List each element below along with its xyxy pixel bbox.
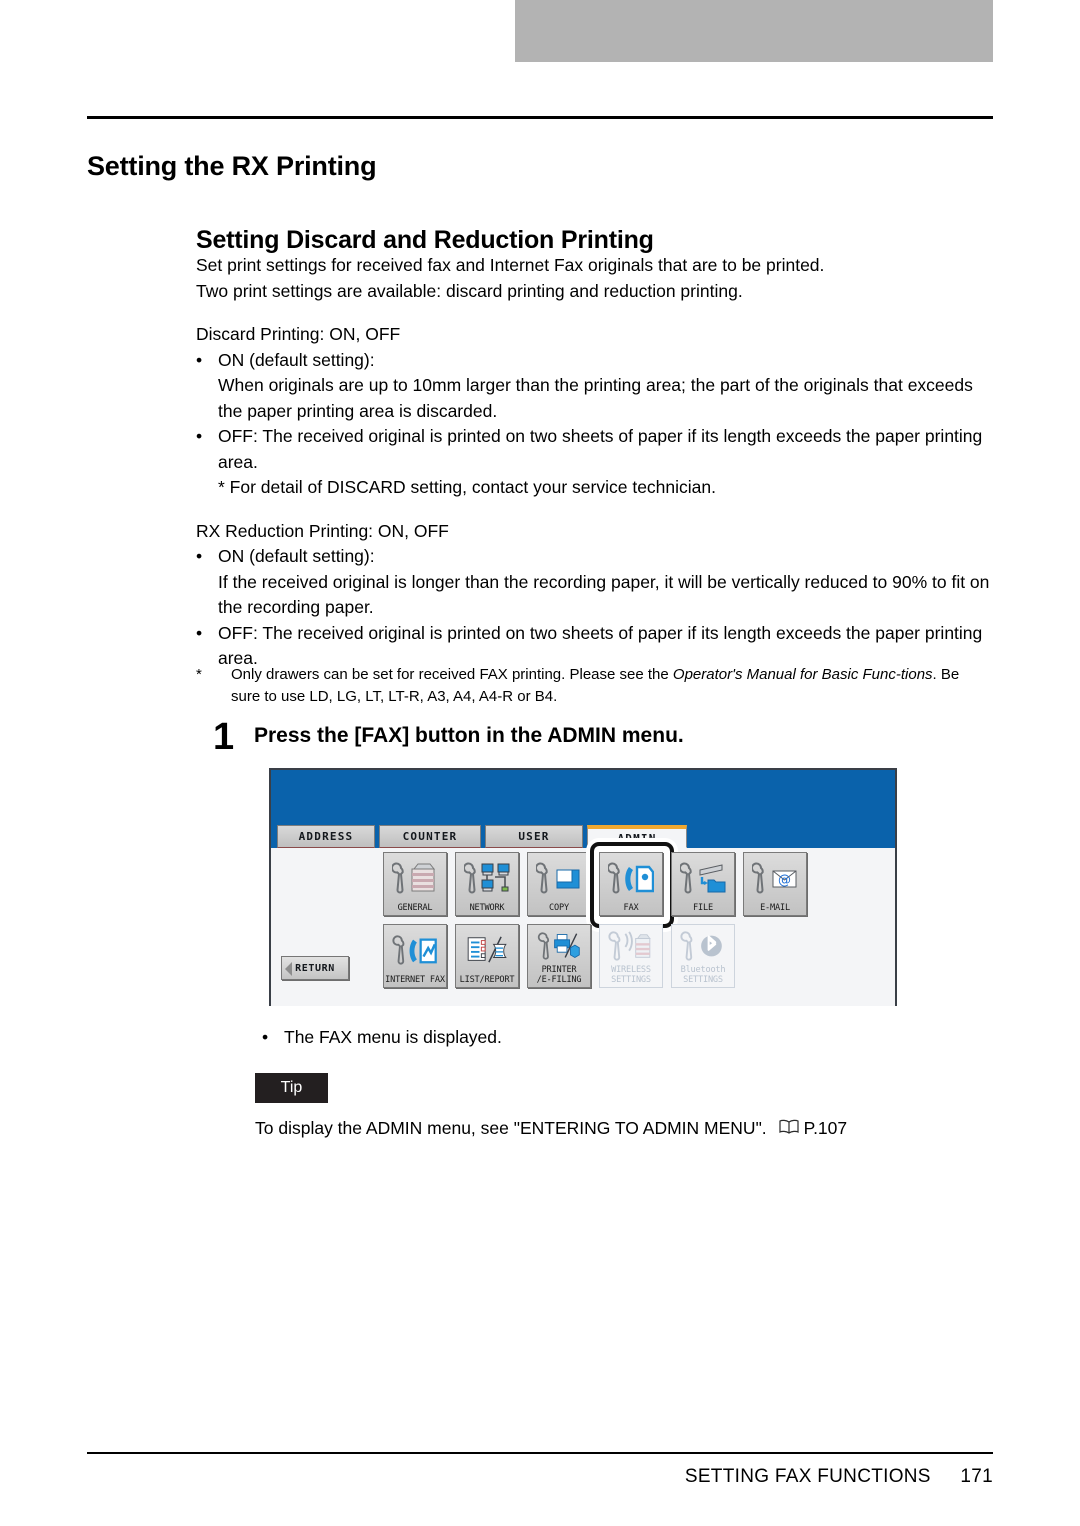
tip-body-text: To display the ADMIN menu, see "ENTERING…	[255, 1118, 767, 1138]
tab-address[interactable]: ADDRESS	[277, 825, 375, 848]
list-report-icon	[456, 925, 518, 976]
tip-reference: P.107	[803, 1118, 848, 1138]
lcd-button-wireless-settings-label: WIRELESS SETTINGS	[611, 965, 651, 985]
lcd-button-fax-label: FAX	[623, 902, 639, 913]
header-gray-band	[515, 0, 993, 62]
lcd-button-grid: GENERAL NETWORK COPY FAX FILE @ E-MAIL I…	[271, 842, 895, 1006]
discard-note: * For detail of DISCARD setting, contact…	[218, 477, 716, 497]
wrench-printer-icon	[528, 925, 590, 966]
tip-badge: Tip	[255, 1073, 328, 1103]
discard-off-bullet: • OFF: The received original is printed …	[196, 424, 996, 475]
lcd-header-bar	[271, 770, 895, 825]
lcd-return-button[interactable]: RETURN	[281, 956, 349, 980]
footnote: * Only drawers can be set for received F…	[196, 664, 991, 708]
bluetooth-icon	[672, 925, 734, 966]
wrench-email-icon: @	[744, 853, 806, 904]
body-content: Set print settings for received fax and …	[196, 253, 996, 672]
lcd-tab-strip: ADDRESS COUNTER USER ADMIN	[271, 825, 895, 848]
tab-user[interactable]: USER	[485, 825, 583, 848]
lcd-button-email-label: E-MAIL	[760, 902, 790, 913]
lcd-button-internet-fax[interactable]: INTERNET FAX	[383, 924, 447, 988]
discard-on-label: ON (default setting):	[218, 349, 375, 370]
bullet-marker: •	[196, 349, 203, 370]
bullet-marker: •	[196, 546, 203, 566]
lcd-button-fax[interactable]: FAX	[599, 852, 663, 916]
section-title: Setting Discard and Reduction Printing	[196, 225, 654, 254]
lcd-button-bluetooth-settings-label: Bluetooth SETTINGS	[680, 965, 726, 985]
tip-badge-label: Tip	[280, 1079, 303, 1096]
step-number: 1	[213, 716, 235, 758]
lcd-button-email[interactable]: @ E-MAIL	[743, 852, 807, 916]
lcd-button-file[interactable]: FILE	[671, 852, 735, 916]
reduction-on-body: If the received original is longer than …	[218, 571, 990, 618]
reduction-heading: RX Reduction Printing: ON, OFF	[196, 520, 449, 541]
tab-counter[interactable]: COUNTER	[379, 825, 481, 848]
step-result: • The FAX menu is displayed.	[262, 1025, 882, 1051]
lcd-panel-screenshot: ADDRESS COUNTER USER ADMIN GENERAL NETWO…	[269, 768, 897, 1006]
reduction-on-bullet: • ON (default setting):	[196, 544, 996, 570]
footnote-marker: *	[196, 666, 202, 683]
lcd-button-general-label: GENERAL	[397, 902, 433, 913]
reduction-on-label: ON (default setting):	[218, 546, 375, 566]
wrench-network-icon	[456, 853, 518, 904]
footnote-text: Only drawers can be set for received FAX…	[231, 664, 991, 708]
book-icon	[779, 1116, 799, 1141]
manual-page: Setting the RX Printing Setting Discard …	[0, 0, 1080, 1526]
bullet-marker: •	[196, 426, 203, 446]
lcd-button-list-report[interactable]: LIST/REPORT	[455, 924, 519, 988]
svg-text:@: @	[778, 873, 791, 888]
lcd-button-bluetooth-settings: Bluetooth SETTINGS	[671, 924, 735, 988]
wrench-internetfax-icon	[384, 925, 446, 976]
intro-line-2: Two print settings are available: discar…	[196, 280, 743, 301]
wrench-copier-icon	[384, 853, 446, 904]
discard-off-body: OFF: The received original is printed on…	[218, 426, 983, 472]
lcd-button-printer-efiling[interactable]: PRINTER /E-FILING	[527, 924, 591, 988]
discard-on-body: When originals are up to 10mm larger tha…	[218, 375, 973, 421]
header-divider-rule	[87, 116, 993, 119]
footnote-italic2: tions	[900, 666, 933, 683]
footnote-italic1: Operator's Manual for Basic Func-	[672, 666, 901, 683]
wrench-file-icon	[672, 853, 734, 904]
wrench-copy-icon	[528, 853, 590, 904]
lcd-return-button-label: RETURN	[295, 962, 335, 974]
lcd-button-network-label: NETWORK	[469, 902, 505, 913]
footer: SETTING FAX FUNCTIONS 171	[87, 1466, 993, 1488]
intro-line-1: Set print settings for received fax and …	[196, 255, 825, 275]
bullet-marker: •	[196, 622, 203, 643]
lcd-button-file-label: FILE	[693, 902, 713, 913]
return-arrow-icon	[285, 962, 292, 976]
lcd-button-copy[interactable]: COPY	[527, 852, 591, 916]
discard-heading: Discard Printing: ON, OFF	[196, 324, 401, 344]
step-title: Press the [FAX] button in the ADMIN menu…	[254, 724, 684, 747]
step-result-text: The FAX menu is displayed.	[284, 1027, 502, 1047]
lcd-button-internet-fax-label: INTERNET FAX	[385, 974, 445, 985]
page-title: Setting the RX Printing	[87, 151, 377, 182]
footer-title: SETTING FAX FUNCTIONS	[684, 1466, 931, 1487]
wireless-icon	[600, 925, 662, 966]
lcd-button-network[interactable]: NETWORK	[455, 852, 519, 916]
tab-counter-label: COUNTER	[402, 830, 458, 843]
footnote-part1: Only drawers can be set for received FAX…	[231, 666, 673, 683]
lcd-button-copy-label: COPY	[549, 902, 569, 913]
tab-user-label: USER	[518, 830, 550, 843]
lcd-button-printer-efiling-label: PRINTER /E-FILING	[536, 965, 582, 985]
tab-address-label: ADDRESS	[298, 830, 354, 843]
lcd-button-general[interactable]: GENERAL	[383, 852, 447, 916]
wrench-fax-icon	[600, 853, 662, 904]
footer-divider-rule	[87, 1452, 993, 1454]
footer-page-number: 171	[960, 1466, 993, 1487]
tip-body: To display the ADMIN menu, see "ENTERING…	[255, 1116, 955, 1141]
bullet-marker: •	[262, 1027, 269, 1047]
lcd-button-list-report-label: LIST/REPORT	[459, 974, 515, 985]
lcd-button-wireless-settings: WIRELESS SETTINGS	[599, 924, 663, 988]
discard-on-bullet: • ON (default setting):	[196, 348, 996, 374]
